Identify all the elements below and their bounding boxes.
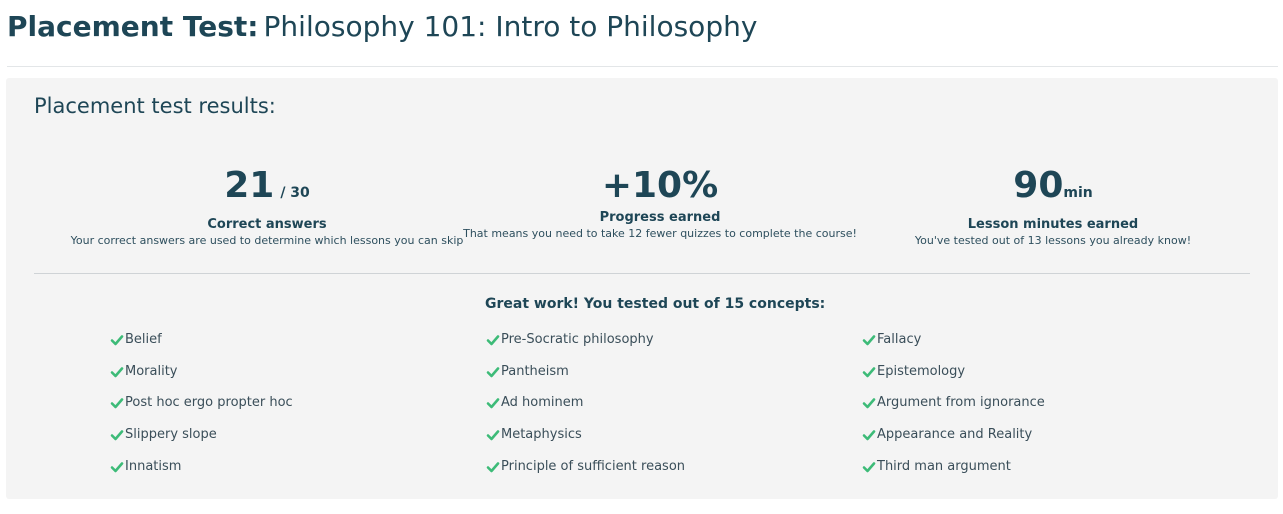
- concept-item: Post hoc ergo propter hoc: [110, 395, 293, 427]
- checkmark-icon: [486, 335, 500, 346]
- concept-label: Slippery slope: [125, 427, 217, 443]
- stat-value: 21 / 30: [52, 164, 482, 215]
- stat-lesson-minutes: 90min Lesson minutes earned You've teste…: [838, 164, 1268, 247]
- concept-item: Principle of sufficient reason: [486, 459, 685, 491]
- page-title: Placement Test: Philosophy 101: Intro to…: [7, 10, 757, 50]
- concept-item: Pre-Socratic philosophy: [486, 332, 685, 364]
- stat-number: 21: [224, 165, 275, 206]
- concept-column: Pre-Socratic philosophy Pantheism Ad hom…: [486, 332, 685, 490]
- concept-label: Appearance and Reality: [877, 427, 1033, 443]
- concept-label: Innatism: [125, 458, 182, 474]
- concept-item: Innatism: [110, 459, 293, 491]
- concept-label: Metaphysics: [501, 427, 582, 443]
- concept-item: Ad hominem: [486, 395, 685, 427]
- concept-label: Pantheism: [501, 363, 569, 379]
- stat-label: Lesson minutes earned: [967, 217, 1139, 232]
- concept-label: Pre-Socratic philosophy: [501, 332, 654, 347]
- concept-label: Ad hominem: [501, 395, 584, 411]
- results-panel: Placement test results: 21 / 30 Correct a…: [6, 78, 1278, 499]
- stat-description: That means you need to take 12 fewer qui…: [463, 227, 857, 240]
- concepts-title: Great work! You tested out of 15 concept…: [485, 296, 826, 312]
- checkmark-icon: [862, 461, 876, 473]
- checkmark-icon: [862, 366, 876, 377]
- concept-item: Third man argument: [862, 459, 1045, 491]
- concept-item: Morality: [110, 364, 293, 396]
- stat-suffix: min: [1063, 185, 1093, 201]
- concept-item: Fallacy: [862, 332, 1045, 364]
- stat-value: +10%: [445, 164, 875, 208]
- concept-item: Appearance and Reality: [862, 427, 1045, 459]
- stat-number: 90: [1013, 165, 1064, 206]
- checkmark-icon: [862, 335, 876, 346]
- stat-label: Progress earned: [599, 210, 721, 225]
- checkmark-icon: [862, 398, 876, 409]
- checkmark-icon: [486, 430, 500, 441]
- page-title-course: Philosophy 101: Intro to Philosophy: [263, 10, 758, 43]
- concept-column: Belief Morality Post hoc ergo propter ho…: [110, 332, 293, 490]
- concept-item: Pantheism: [486, 364, 685, 396]
- concept-label: Post hoc ergo propter hoc: [125, 395, 293, 411]
- results-divider: [34, 273, 1250, 274]
- concept-item: Metaphysics: [486, 427, 685, 459]
- concept-item: Slippery slope: [110, 427, 293, 459]
- checkmark-icon: [486, 461, 500, 473]
- stat-number: +10%: [601, 165, 719, 206]
- concept-label: Morality: [125, 363, 178, 379]
- checkmark-icon: [110, 461, 124, 473]
- concept-item: Argument from ignorance: [862, 395, 1045, 427]
- concept-column: Fallacy Epistemology Argument from ignor…: [862, 332, 1045, 490]
- concept-item: Epistemology: [862, 364, 1045, 396]
- page-title-prefix: Placement Test:: [7, 10, 259, 43]
- checkmark-icon: [862, 430, 876, 441]
- stat-description: You've tested out of 13 lessons you alre…: [914, 234, 1192, 247]
- stat-label: Correct answers: [207, 217, 327, 232]
- results-title: Placement test results:: [34, 94, 276, 118]
- stat-description: Your correct answers are used to determi…: [70, 234, 464, 247]
- checkmark-icon: [110, 398, 124, 409]
- checkmark-icon: [486, 366, 500, 377]
- stat-progress-earned: +10% Progress earned That means you need…: [445, 164, 875, 240]
- concept-label: Principle of sufficient reason: [501, 458, 686, 474]
- concept-label: Epistemology: [877, 363, 966, 379]
- concept-label: Third man argument: [877, 458, 1011, 474]
- checkmark-icon: [110, 335, 124, 346]
- stat-suffix: / 30: [280, 185, 310, 201]
- checkmark-icon: [110, 430, 124, 441]
- concept-item: Belief: [110, 332, 293, 364]
- header-divider: [7, 66, 1278, 67]
- stat-value: 90min: [838, 164, 1268, 215]
- concept-label: Fallacy: [877, 332, 922, 347]
- checkmark-icon: [486, 398, 500, 409]
- concept-label: Argument from ignorance: [877, 395, 1045, 411]
- checkmark-icon: [110, 366, 124, 377]
- stat-correct-answers: 21 / 30 Correct answers Your correct answ…: [52, 164, 482, 247]
- concept-label: Belief: [125, 332, 162, 347]
